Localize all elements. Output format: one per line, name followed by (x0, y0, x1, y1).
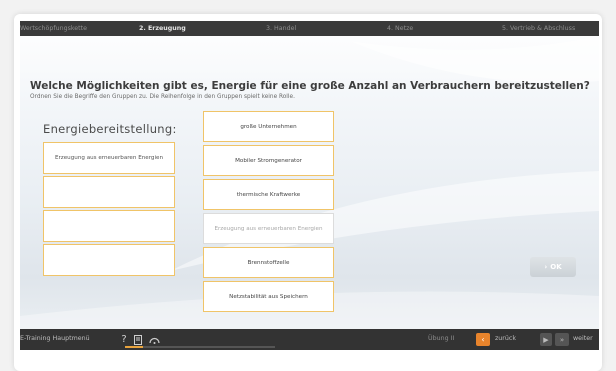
forward-link[interactable]: weiter (573, 335, 593, 342)
audio-progress-track[interactable] (125, 346, 275, 348)
drag-card[interactable]: thermische Kraftwerke (203, 179, 334, 210)
progress-navigation-bar: Wertschöpfungskette 2. Erzeugung 3. Hand… (20, 21, 599, 36)
drop-slot[interactable] (43, 210, 175, 242)
nav-step-netze[interactable]: 4. Netze (387, 21, 413, 36)
nav-step-handel[interactable]: 3. Handel (266, 21, 296, 36)
audio-icon[interactable] (148, 332, 160, 347)
question-instruction: Ordnen Sie die Begriffe den Gruppen zu. … (30, 94, 295, 100)
question-icon[interactable]: ? (118, 332, 130, 347)
drag-card[interactable]: große Unternehmen (203, 111, 334, 142)
audio-progress-fill (125, 346, 143, 348)
exercise-label: Übung II (428, 335, 455, 342)
chevron-right-icon: › (544, 263, 548, 271)
chevron-left-icon[interactable]: ‹ (476, 333, 490, 346)
nav-step-vertrieb[interactable]: 5. Vertrieb & Abschluss (502, 21, 575, 36)
drag-card[interactable]: Mobiler Stromgenerator (203, 145, 334, 176)
bottom-toolbar: E-Training Hauptmenü ? Übung II ‹ zurück… (20, 329, 599, 350)
back-link[interactable]: zurück (495, 335, 516, 342)
play-icon[interactable]: ▶ (540, 333, 552, 346)
document-icon[interactable] (132, 332, 144, 347)
drop-slot[interactable]: Erzeugung aus erneuerbaren Energien (43, 142, 175, 174)
drag-card-placed-ghost: Erzeugung aus erneuerbaren Energien (203, 213, 334, 244)
drag-card[interactable]: Netzstabilität aus Speichern (203, 281, 334, 312)
drag-card[interactable]: Brennstoffzelle (203, 247, 334, 278)
ok-button-label: OK (550, 263, 562, 271)
drop-slot[interactable] (43, 176, 175, 208)
main-menu-link[interactable]: E-Training Hauptmenü (20, 335, 90, 342)
question-title: Welche Möglichkeiten gibt es, Energie fü… (30, 80, 590, 92)
nav-step-wertschoepfungskette[interactable]: Wertschöpfungskette (20, 21, 87, 36)
ok-button[interactable]: › OK (530, 257, 576, 277)
skip-forward-icon[interactable]: » (555, 333, 569, 346)
nav-step-erzeugung[interactable]: 2. Erzeugung (139, 21, 186, 36)
target-group-heading: Energiebereitstellung: (43, 122, 177, 136)
drop-slot[interactable] (43, 244, 175, 276)
training-stage: Wertschöpfungskette 2. Erzeugung 3. Hand… (20, 21, 599, 350)
